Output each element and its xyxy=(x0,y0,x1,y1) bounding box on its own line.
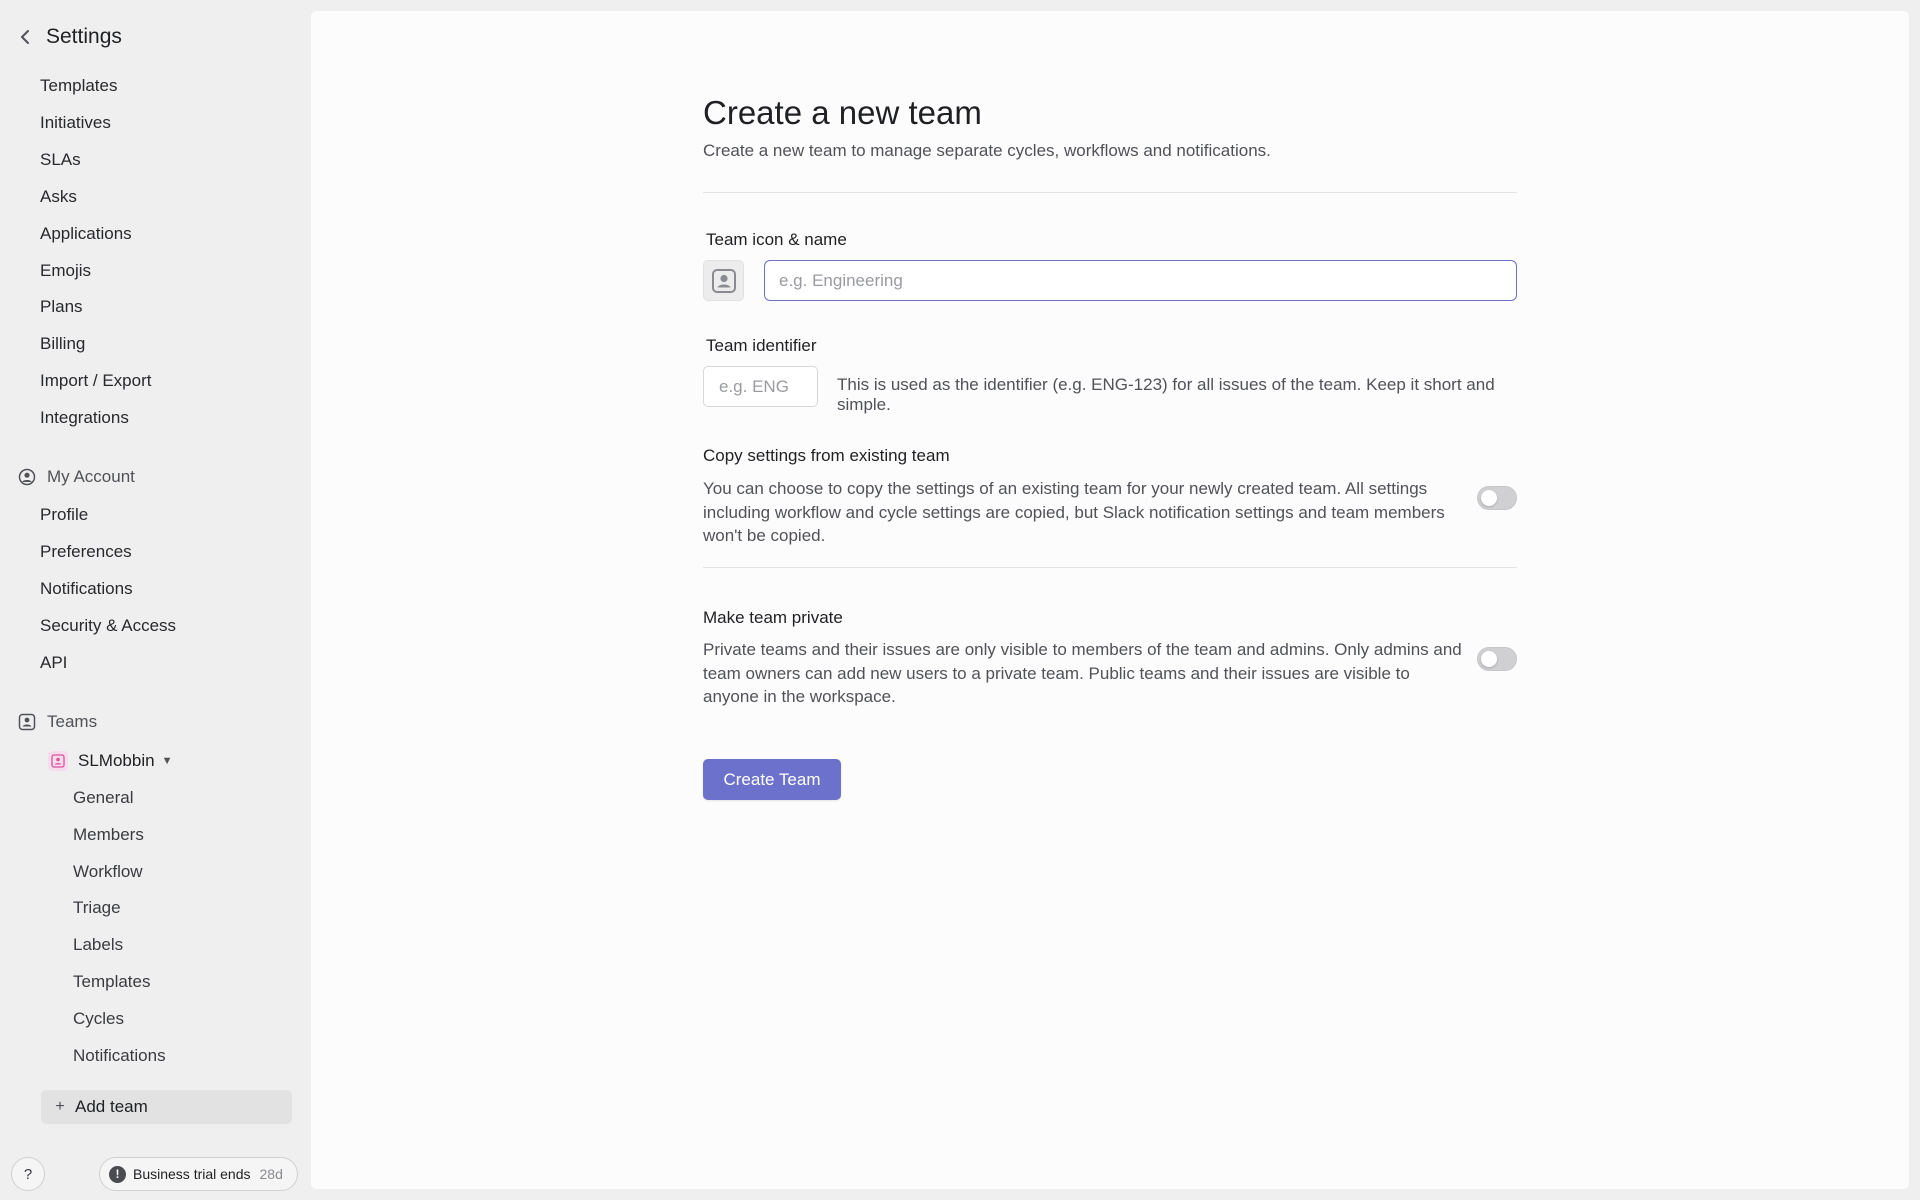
sidebar-item-team-members[interactable]: Members xyxy=(65,820,283,850)
sidebar-item-profile[interactable]: Profile xyxy=(32,500,282,530)
trial-label: Business trial ends xyxy=(133,1166,251,1182)
sidebar-item-asks[interactable]: Asks xyxy=(32,182,282,212)
team-name-input[interactable] xyxy=(764,260,1517,301)
sidebar-item-templates[interactable]: Templates xyxy=(32,71,282,101)
plus-icon: + xyxy=(55,1098,65,1115)
sidebar-item-slas[interactable]: SLAs xyxy=(32,145,282,175)
settings-sidebar: Settings Templates Initiatives SLAs Asks… xyxy=(0,0,310,1200)
sidebar-item-team-workflow[interactable]: Workflow xyxy=(65,857,283,887)
sidebar-item-notifications[interactable]: Notifications xyxy=(32,574,282,604)
sidebar-item-initiatives[interactable]: Initiatives xyxy=(32,108,282,138)
team-placeholder-icon xyxy=(711,268,736,293)
team-identifier-help: This is used as the identifier (e.g. ENG… xyxy=(837,375,1495,414)
add-team-label: Add team xyxy=(75,1097,148,1116)
team-identifier-label: Team identifier xyxy=(706,336,817,355)
divider xyxy=(703,192,1517,193)
help-button[interactable]: ? xyxy=(11,1157,45,1191)
user-circle-icon xyxy=(18,468,36,486)
trial-days: 28d xyxy=(259,1166,283,1182)
sidebar-title: Settings xyxy=(46,25,122,48)
sidebar-item-team-triage[interactable]: Triage xyxy=(65,893,283,923)
team-icon-picker[interactable] xyxy=(703,260,744,301)
page-subtitle: Create a new team to manage separate cyc… xyxy=(703,141,1271,160)
section-my-account: My Account xyxy=(18,462,135,492)
caret-down-icon[interactable]: ▼ xyxy=(162,755,173,767)
team-icon xyxy=(18,713,36,731)
private-team-label: Make team private xyxy=(703,608,843,627)
sidebar-item-integrations[interactable]: Integrations xyxy=(32,403,282,433)
sidebar-item-preferences[interactable]: Preferences xyxy=(32,537,282,567)
section-teams-label: Teams xyxy=(47,712,98,731)
sidebar-item-team-general[interactable]: General xyxy=(65,783,283,813)
divider xyxy=(703,567,1517,568)
team-avatar-icon xyxy=(48,751,68,771)
sidebar-item-team-notifications[interactable]: Notifications xyxy=(65,1041,283,1071)
toggle-knob xyxy=(1481,490,1497,506)
copy-settings-label: Copy settings from existing team xyxy=(703,446,950,465)
team-name-label: Team icon & name xyxy=(706,230,847,249)
sidebar-item-billing[interactable]: Billing xyxy=(32,329,282,359)
sidebar-item-team-templates[interactable]: Templates xyxy=(65,967,283,997)
team-identifier-input[interactable] xyxy=(703,366,818,407)
add-team-button[interactable]: + Add team xyxy=(41,1090,292,1124)
alert-icon: ! xyxy=(109,1165,126,1183)
page-title: Create a new team xyxy=(703,94,982,131)
sidebar-item-team-cycles[interactable]: Cycles xyxy=(65,1004,283,1034)
help-label: ? xyxy=(23,1165,33,1183)
create-team-button[interactable]: Create Team xyxy=(703,759,841,800)
sidebar-item-plans[interactable]: Plans xyxy=(32,292,282,322)
sidebar-item-emojis[interactable]: Emojis xyxy=(32,256,282,286)
private-team-description: Private teams and their issues are only … xyxy=(703,640,1462,706)
sidebar-item-api[interactable]: API xyxy=(32,648,282,678)
copy-settings-toggle[interactable] xyxy=(1477,486,1517,510)
main-panel: Create a new team Create a new team to m… xyxy=(311,11,1909,1189)
chevron-left-icon[interactable] xyxy=(18,26,32,48)
sidebar-item-security-access[interactable]: Security & Access xyxy=(32,611,282,641)
team-name: SLMobbin xyxy=(78,751,155,770)
sidebar-header: Settings xyxy=(18,22,122,52)
copy-settings-description: You can choose to copy the settings of a… xyxy=(703,479,1445,545)
trial-status-button[interactable]: ! Business trial ends 28d xyxy=(99,1157,298,1191)
toggle-knob xyxy=(1481,651,1497,667)
section-my-account-label: My Account xyxy=(47,467,135,486)
sidebar-item-applications[interactable]: Applications xyxy=(32,219,282,249)
private-team-toggle[interactable] xyxy=(1477,647,1517,671)
sidebar-item-team-labels[interactable]: Labels xyxy=(65,930,283,960)
section-teams: Teams xyxy=(18,707,97,737)
sidebar-item-import-export[interactable]: Import / Export xyxy=(32,366,282,396)
team-slmobbin[interactable]: SLMobbin ▼ xyxy=(48,746,172,776)
